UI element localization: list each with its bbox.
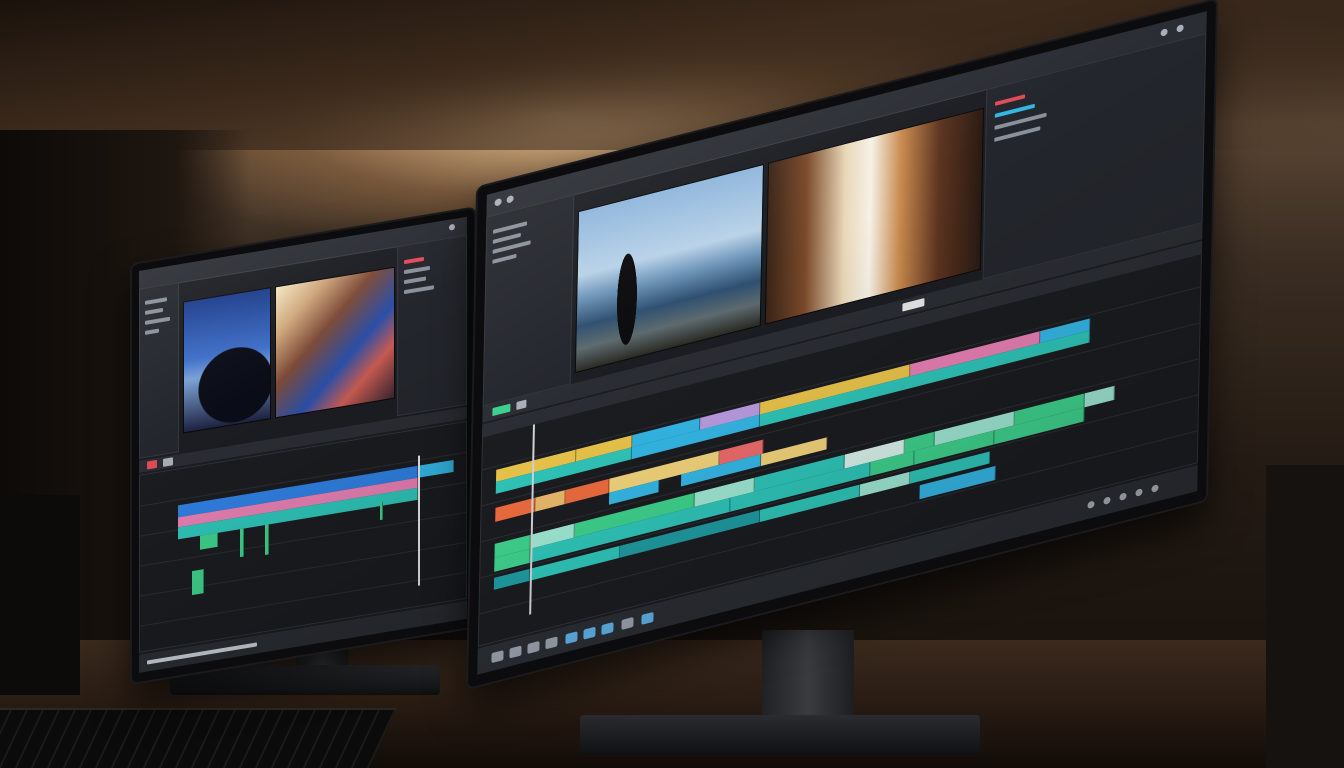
right-project-panel — [482, 194, 575, 407]
timeline-clip[interactable] — [192, 569, 204, 596]
timecode-field[interactable] — [902, 297, 925, 312]
zoom-icon[interactable] — [1103, 496, 1111, 506]
left-project-panel — [139, 282, 179, 459]
editing-desk-scene — [0, 0, 1344, 768]
stop-icon[interactable] — [516, 399, 527, 411]
toolbar-icon[interactable] — [601, 622, 614, 636]
left-program-viewer[interactable] — [275, 266, 395, 419]
record-icon[interactable] — [147, 459, 157, 470]
timeline-clip[interactable] — [418, 459, 454, 478]
play-icon[interactable] — [492, 403, 511, 417]
left-monitor — [132, 208, 474, 683]
toolbar-icon[interactable] — [641, 611, 654, 625]
close-icon[interactable] — [1176, 23, 1184, 33]
zoom-icon[interactable] — [1087, 500, 1095, 510]
timeline-clip[interactable] — [380, 501, 383, 521]
playhead[interactable] — [529, 424, 535, 615]
close-icon[interactable] — [449, 223, 455, 231]
menu-icon[interactable] — [494, 197, 502, 207]
left-speaker — [0, 495, 80, 695]
right-monitor-stand — [762, 630, 854, 725]
right-speaker — [1266, 465, 1344, 768]
keyboard — [0, 708, 397, 768]
timeline-clip[interactable] — [200, 532, 218, 550]
toolbar-icon[interactable] — [509, 645, 522, 659]
toolbar-icon[interactable] — [545, 636, 558, 650]
settings-icon[interactable] — [1119, 492, 1127, 501]
right-monitor-base — [580, 715, 980, 755]
toolbar-icon[interactable] — [583, 626, 596, 640]
timeline-clip[interactable] — [240, 528, 244, 558]
timeline-clip[interactable] — [1084, 385, 1115, 408]
playhead[interactable] — [418, 455, 420, 586]
timeline-clip[interactable] — [265, 524, 269, 556]
timeline-clip[interactable] — [535, 490, 566, 512]
toolbar-icon[interactable] — [621, 616, 634, 630]
toolbar-icon[interactable] — [527, 640, 540, 654]
close-icon[interactable] — [1151, 484, 1159, 493]
toolbar-icon[interactable] — [491, 650, 504, 664]
left-source-viewer[interactable] — [183, 287, 271, 434]
left-screen — [139, 216, 467, 673]
gear-icon[interactable] — [1135, 488, 1143, 497]
gear-icon[interactable] — [1160, 28, 1168, 37]
left-effects-panel — [397, 234, 467, 417]
menu-icon[interactable] — [506, 194, 514, 204]
toolbar-icon[interactable] — [565, 631, 578, 645]
play-icon[interactable] — [163, 457, 173, 467]
